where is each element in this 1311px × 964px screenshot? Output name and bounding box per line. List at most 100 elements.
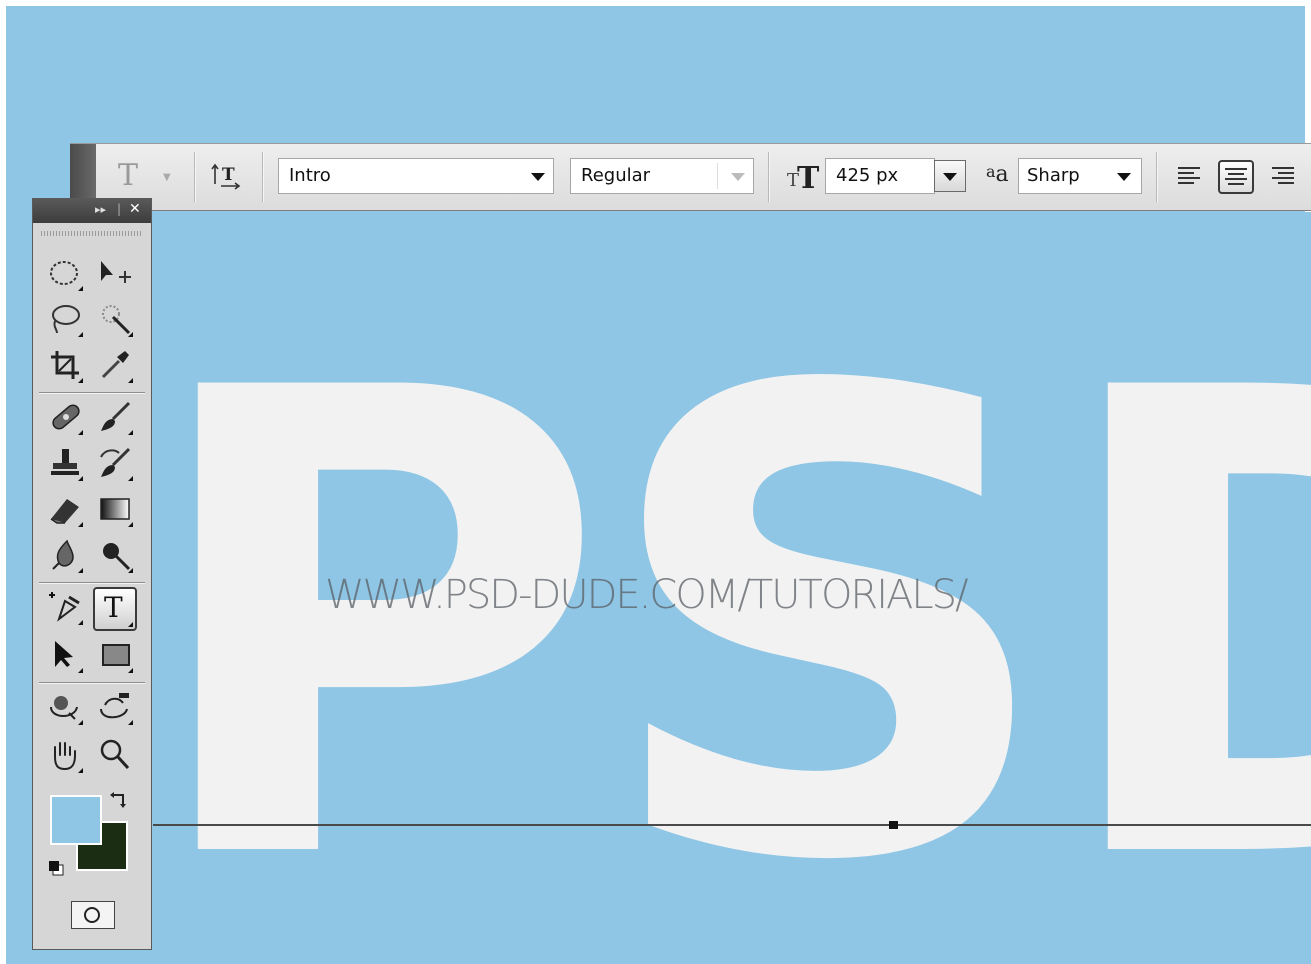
lasso-tool[interactable] [45,299,85,339]
clone-stamp-tool[interactable] [45,443,85,483]
zoom-tool[interactable] [95,735,135,775]
text-orientation-icon: T [211,163,241,190]
pen-tool[interactable] [45,587,85,627]
swap-arrows-icon [110,792,126,808]
divider [39,582,145,584]
watermark-text: WWW.PSD-DUDE.COM/TUTORIALS/ [325,572,969,618]
foreground-color-swatch[interactable] [50,795,102,845]
tool-submenu-indicator [78,568,83,573]
eraser-tool[interactable] [45,489,85,529]
type-tool-icon: T [104,591,123,624]
align-left-icon [1178,167,1200,187]
tool-submenu-indicator [128,668,133,673]
tool-submenu-indicator [78,522,83,527]
tool-submenu-indicator [78,668,83,673]
anti-alias-value: Sharp [1027,165,1080,186]
type-tool-preset-icon: T [118,158,139,193]
tool-submenu-indicator [78,476,83,481]
anti-alias-icon: aa [986,162,1009,187]
quick-mask-button[interactable] [71,901,115,929]
font-size-input[interactable]: 425 px [825,158,935,194]
brush-tool[interactable] [95,397,135,437]
divider: | [117,202,122,216]
document-canvas[interactable]: PSD WWW.PSD-DUDE.COM/TUTORIALS/ [153,212,1311,964]
anti-alias-select[interactable]: Sharp [1018,158,1142,194]
tool-submenu-indicator [78,286,83,291]
path-selection-tool[interactable] [45,635,85,675]
3d-camera-rotate-tool[interactable] [95,687,135,727]
collapse-panel-icon[interactable]: ▸▸ [95,203,106,216]
tool-submenu-indicator [128,378,133,383]
type-tool[interactable]: T [93,587,137,631]
tool-submenu-indicator [128,568,133,573]
gradient-tool[interactable] [95,489,135,529]
align-right-button[interactable] [1266,160,1311,194]
tools-panel-header[interactable]: ▸▸ | ✕ [33,199,151,223]
tool-submenu-indicator [78,720,83,725]
tool-submenu-indicator [128,430,133,435]
tool-submenu-indicator [128,622,133,627]
default-colors-button[interactable] [47,859,67,877]
swap-colors-button[interactable] [109,789,131,811]
tools-panel: ▸▸ | ✕ T [32,198,152,950]
font-family-select[interactable]: Intro [278,158,554,194]
tool-submenu-indicator [128,476,133,481]
anti-alias-large-a: a [995,162,1009,187]
align-center-button[interactable] [1218,160,1254,194]
divider [768,152,770,202]
marquee-tool[interactable] [45,253,85,293]
tool-submenu-indicator [128,720,133,725]
chevron-down-icon: ▼ [163,172,171,183]
options-bar: T ▼ T Intro Regular T T 425 px aa Sharp [70,143,1311,211]
tool-submenu-indicator [128,522,133,527]
font-family-value: Intro [289,165,331,186]
history-brush-tool[interactable] [95,443,135,483]
chevron-down-icon [531,173,545,181]
divider [717,163,718,189]
image-border-left [0,0,6,964]
chevron-down-icon [943,173,957,181]
text-orientation-toggle[interactable]: T [210,162,244,192]
align-right-icon [1272,167,1294,187]
align-center-icon [1225,168,1247,188]
shape-tool[interactable] [95,635,135,675]
svg-text:T: T [222,165,235,185]
font-size-value: 425 px [836,165,899,186]
move-icon [101,261,131,283]
divider [39,392,145,394]
text-anchor-handle[interactable] [889,821,898,829]
3d-rotate-tool[interactable] [45,687,85,727]
font-style-value: Regular [581,165,651,186]
tool-submenu-indicator [78,378,83,383]
chevron-down-icon [1117,173,1131,181]
tool-preset-picker[interactable]: T ▼ [114,156,184,196]
tool-submenu-indicator [78,430,83,435]
tool-submenu-indicator [78,620,83,625]
default-colors-icon [49,861,64,876]
text-baseline [153,824,1311,826]
healing-brush-tool[interactable] [45,397,85,437]
dodge-tool[interactable] [95,535,135,575]
image-border-top [0,0,1311,6]
move-tool[interactable] [95,253,135,293]
font-style-select[interactable]: Regular [570,158,754,194]
font-size-icon: T T [785,156,825,196]
eyedropper-tool[interactable] [95,345,135,385]
font-size-dropdown-button[interactable] [934,160,966,192]
divider [1156,152,1158,202]
tool-submenu-indicator [128,332,133,337]
anti-alias-small-a: a [986,162,996,181]
hand-tool[interactable] [45,735,85,775]
text-layer-content[interactable]: PSD [153,308,1311,948]
align-left-button[interactable] [1172,160,1208,194]
close-icon[interactable]: ✕ [129,201,141,217]
divider [262,152,264,202]
tools-panel-grip[interactable] [41,231,143,236]
blur-tool[interactable] [45,535,85,575]
magic-wand-tool[interactable] [95,299,135,339]
chevron-down-icon [731,173,745,181]
crop-tool[interactable] [45,345,85,385]
svg-text:T: T [797,161,820,196]
divider [194,152,196,202]
divider [39,682,145,684]
